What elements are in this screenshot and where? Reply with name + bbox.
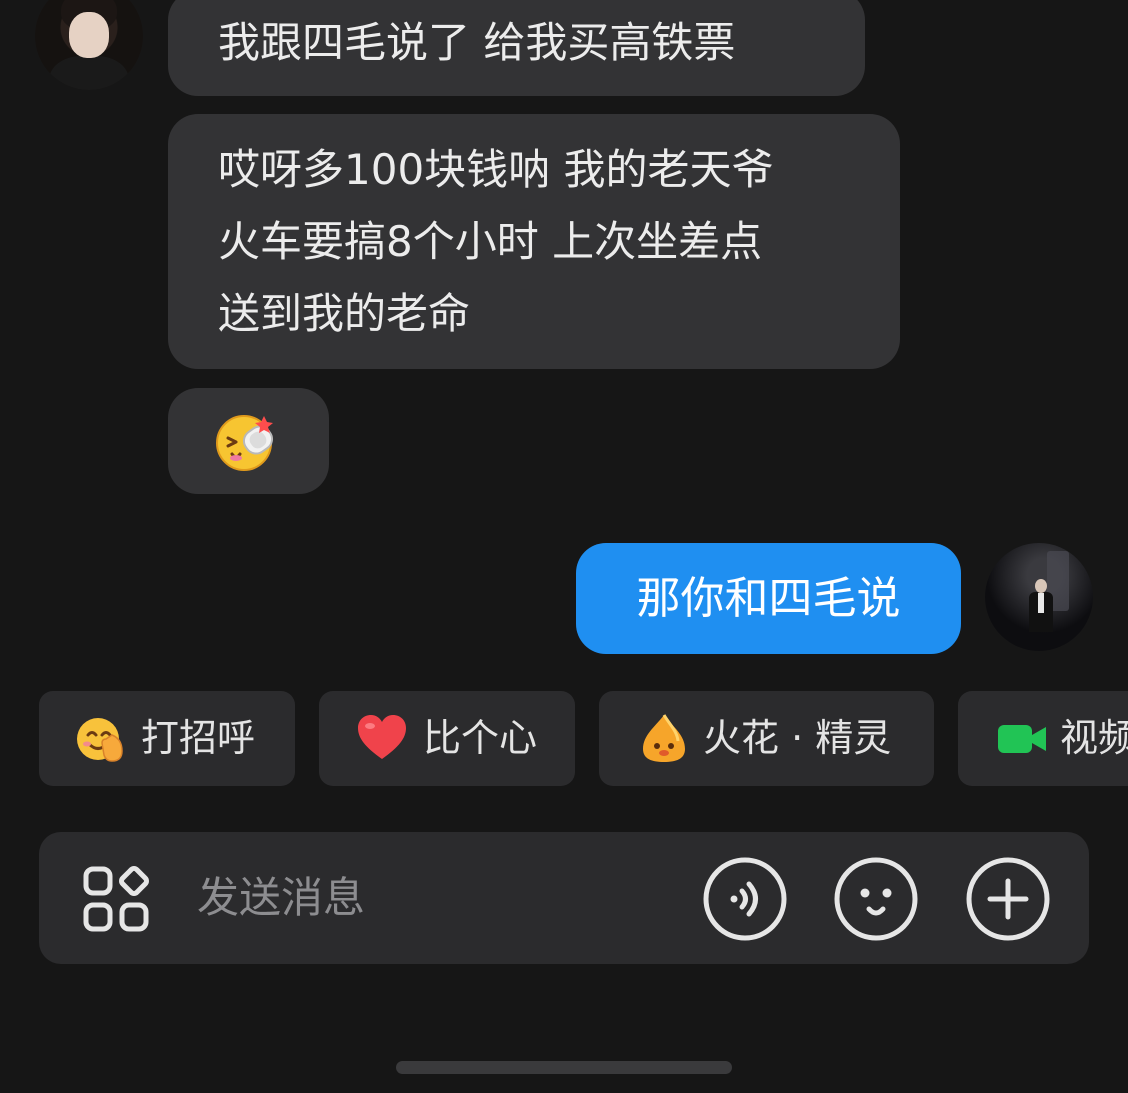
voice-icon[interactable]: [703, 857, 787, 941]
avatar-person-head: [1035, 579, 1047, 593]
my-avatar[interactable]: [985, 543, 1093, 651]
incoming-sticker-bubble[interactable]: [168, 388, 329, 494]
avatar-body: [49, 56, 129, 90]
message-text: 那你和四毛说: [636, 573, 901, 624]
message-input[interactable]: 发送消息: [197, 832, 365, 964]
heart-icon: [358, 715, 406, 759]
quick-action-spark[interactable]: 火花 · 精灵: [599, 691, 934, 786]
quick-action-label: 火花 · 精灵: [703, 716, 892, 760]
avatar-person-shirt: [1038, 593, 1044, 613]
message-text: 我跟四毛说了 给我买高铁票: [218, 18, 736, 67]
plus-icon[interactable]: [966, 857, 1050, 941]
slipper-slap-emoji: [216, 415, 274, 471]
wave-smile-icon: [77, 718, 123, 762]
message-text-line: 送到我的老命: [218, 289, 471, 338]
emoji-icon[interactable]: [834, 857, 918, 941]
quick-action-video[interactable]: 视频: [958, 691, 1128, 786]
quick-action-heart[interactable]: 比个心: [319, 691, 575, 786]
message-text-line: 火车要搞8个小时 上次坐差点: [218, 217, 763, 266]
quick-action-greet[interactable]: 打招呼: [39, 691, 295, 786]
video-camera-icon: [998, 725, 1046, 753]
apps-icon[interactable]: [83, 866, 149, 932]
home-indicator[interactable]: [396, 1061, 732, 1074]
message-composer: 发送消息: [39, 832, 1089, 964]
message-text-line: 哎呀多100块钱呐 我的老天爷: [218, 145, 774, 194]
avatar-face: [69, 12, 109, 58]
quick-action-label: 打招呼: [141, 716, 256, 760]
quick-action-label: 比个心: [423, 716, 538, 760]
outgoing-message-bubble[interactable]: 那你和四毛说: [576, 543, 961, 654]
contact-avatar[interactable]: [35, 0, 143, 90]
spark-spirit-icon: [643, 714, 685, 762]
incoming-message-bubble[interactable]: 我跟四毛说了 给我买高铁票: [168, 0, 865, 96]
incoming-message-bubble[interactable]: 哎呀多100块钱呐 我的老天爷 火车要搞8个小时 上次坐差点 送到我的老命: [168, 114, 900, 369]
quick-action-label: 视频: [1060, 716, 1128, 760]
quick-actions-bar: 打招呼 比个心 火花 · 精灵 视频: [0, 691, 1128, 787]
